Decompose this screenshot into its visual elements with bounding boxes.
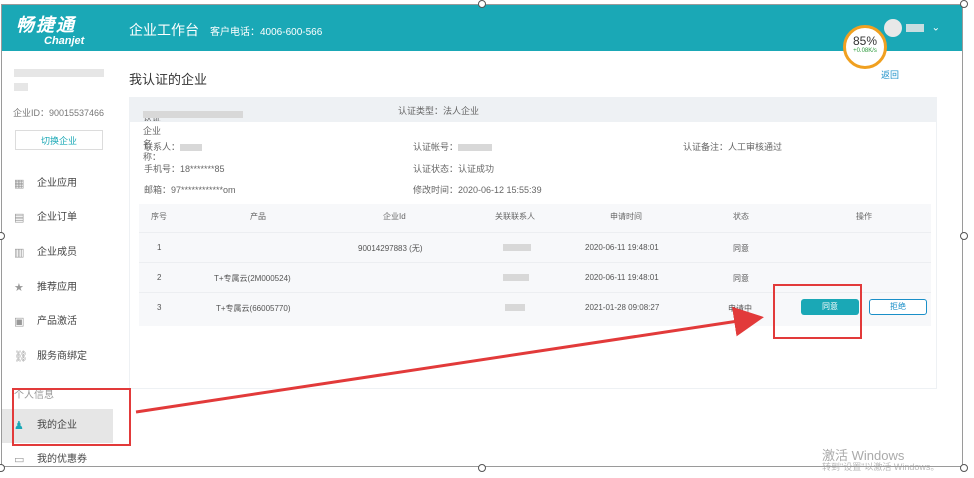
annotation-arrow <box>135 306 764 414</box>
resize-handle-top[interactable] <box>478 0 486 8</box>
resize-handle-bottom[interactable] <box>478 464 486 472</box>
resize-handle-top-right[interactable] <box>960 0 968 8</box>
speed-rate: +0.08K/s <box>853 48 877 54</box>
resize-handle-right[interactable] <box>960 232 968 240</box>
resize-handle-bottom-right[interactable] <box>960 464 968 472</box>
network-speed-widget[interactable]: 85% +0.08K/s <box>843 25 887 69</box>
windows-activation-hint: 转到"设置"以激活 Windows。 <box>822 462 940 472</box>
speed-percent: 85% <box>852 34 878 48</box>
